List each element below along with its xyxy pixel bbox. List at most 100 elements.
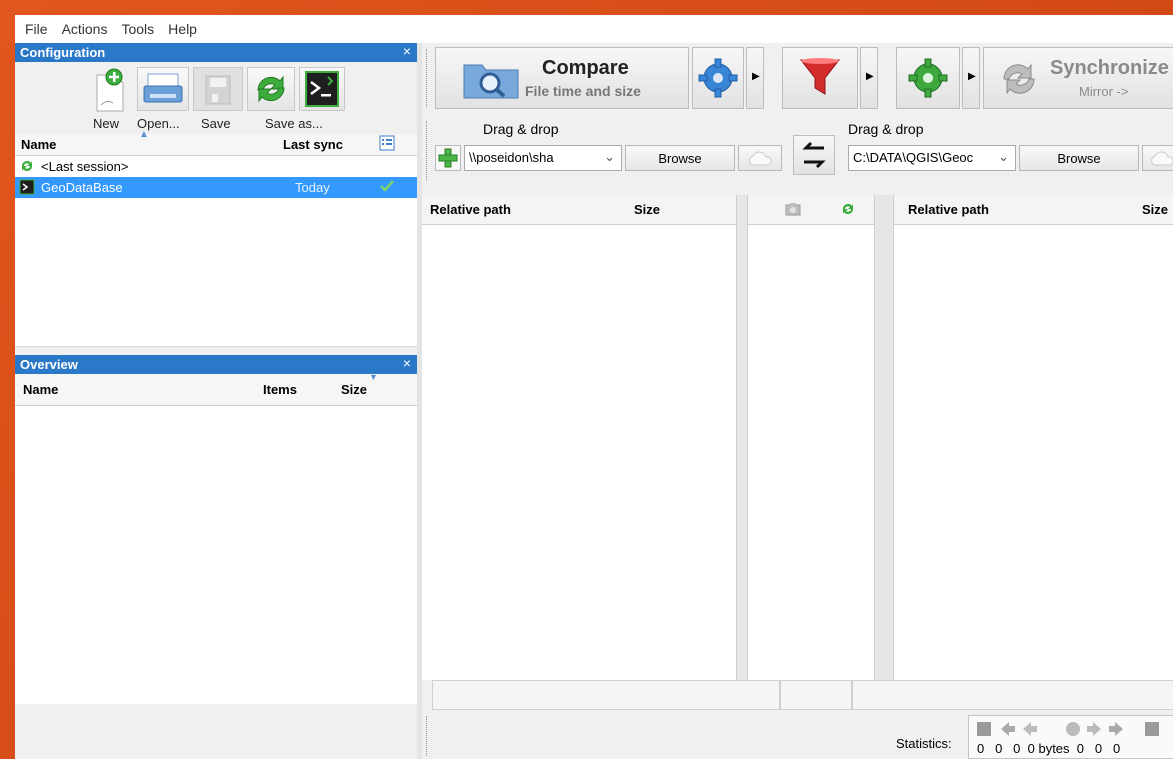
overview-panel-title: Overview × — [15, 355, 417, 374]
config-name: <Last session> — [41, 159, 129, 174]
left-folder-path-input[interactable]: \\poseidon\sha ⌄ — [464, 145, 622, 171]
list-item[interactable]: <Last session> — [15, 156, 417, 177]
column-size[interactable]: Size — [341, 382, 367, 397]
checkmark-icon — [379, 178, 395, 197]
batch-job-button[interactable] — [299, 67, 345, 111]
statistics-label: Statistics: — [896, 736, 952, 751]
filter-dropdown[interactable]: ▶ — [860, 47, 878, 109]
save-icon — [205, 75, 231, 105]
stat-left-update: 0 — [995, 741, 1003, 756]
close-overview-icon[interactable]: × — [403, 355, 411, 371]
cloud-icon — [1151, 151, 1173, 166]
left-browse-button[interactable]: Browse — [625, 145, 735, 171]
statistics-grip[interactable] — [426, 716, 430, 756]
configuration-toolbar: New Open... Save Save as... — [15, 62, 417, 134]
gear-green-icon — [908, 58, 948, 98]
left-grid-header: Relative path Size — [422, 195, 736, 225]
stat-left-create: 0 — [977, 741, 985, 756]
sync-variant-dropdown[interactable]: ▶ — [962, 47, 980, 109]
toolbar-grip[interactable] — [426, 49, 430, 107]
configuration-list-header: Name ▲ Last sync — [15, 129, 417, 156]
app-window: File Actions Tools Help Configuration × — [15, 15, 1173, 759]
sync-settings-button[interactable] — [896, 47, 960, 109]
swap-sides-button[interactable] — [793, 135, 835, 175]
sort-ascending-icon: ▲ — [139, 129, 149, 140]
add-folder-pair-button[interactable] — [435, 145, 461, 171]
column-name[interactable]: Name — [23, 382, 58, 397]
synchronize-subtitle: Mirror -> — [1079, 84, 1129, 99]
close-configuration-icon[interactable]: × — [403, 43, 411, 59]
menu-tools[interactable]: Tools — [121, 21, 154, 37]
folder-search-icon — [463, 64, 519, 99]
right-grid-header: Relative path Size — [894, 195, 1173, 225]
status-bar-middle — [780, 680, 852, 710]
right-column-size[interactable]: Size — [1142, 202, 1168, 217]
config-last-sync: Today — [295, 180, 330, 195]
cloud-icon — [749, 151, 772, 166]
stat-right-create: 0 — [1112, 741, 1121, 756]
config-name: GeoDataBase — [41, 180, 123, 195]
right-file-grid[interactable] — [894, 225, 1173, 680]
overview-list-header: Name Items Size ▼ — [15, 372, 417, 406]
save-button[interactable] — [193, 67, 243, 111]
menu-actions[interactable]: Actions — [62, 21, 108, 37]
compare-variant-dropdown[interactable]: ▶ — [746, 47, 764, 109]
save-as-button[interactable] — [247, 67, 295, 111]
statistics-values: 0 0 0 0 bytes 0 0 0 — [977, 741, 1120, 756]
menu-file[interactable]: File — [25, 21, 48, 37]
compare-title: Compare — [542, 57, 629, 79]
right-grid-scroll-divider[interactable] — [874, 195, 894, 680]
list-view-icon[interactable] — [379, 135, 395, 154]
sync-gray-icon — [1003, 63, 1035, 95]
status-bar-left — [432, 680, 780, 710]
folder-row-grip[interactable] — [426, 121, 430, 181]
sync-arrows-icon — [257, 75, 285, 103]
menu-help[interactable]: Help — [168, 21, 197, 37]
left-column-relative-path[interactable]: Relative path — [430, 202, 511, 217]
right-column-relative-path[interactable]: Relative path — [908, 202, 989, 217]
open-config-icon — [143, 73, 183, 103]
right-cloud-button[interactable] — [1142, 145, 1173, 171]
stat-right-update: 0 — [1094, 741, 1103, 756]
left-pane: Configuration × New Open... Save Save as… — [15, 43, 417, 759]
save-as-label: Save as... — [265, 116, 323, 131]
left-grid-scroll-divider[interactable] — [736, 195, 748, 680]
chevron-down-icon: ⌄ — [998, 149, 1009, 164]
right-drop-label: Drag & drop — [848, 121, 924, 137]
synchronize-button[interactable]: Synchronize Mirror -> — [983, 47, 1173, 109]
compare-subtitle: File time and size — [525, 83, 641, 99]
middle-action-grid[interactable] — [748, 225, 874, 680]
left-drop-label: Drag & drop — [483, 121, 559, 137]
left-cloud-button[interactable] — [738, 145, 782, 171]
main-area: Compare File time and size ▶ ▶ ▶ Synchro… — [422, 43, 1173, 759]
column-last-sync[interactable]: Last sync — [283, 137, 343, 152]
new-button[interactable] — [83, 67, 135, 112]
right-folder-path-input[interactable]: C:\DATA\QGIS\Geoc ⌄ — [848, 145, 1016, 171]
statistics-bar: Statistics: 0 0 0 0 bytes 0 0 0 — [422, 710, 1173, 759]
filter-icon — [799, 58, 841, 95]
filter-button[interactable] — [782, 47, 858, 109]
gear-blue-icon — [698, 58, 738, 98]
sync-arrows-icon — [19, 158, 35, 177]
left-file-grid[interactable] — [422, 225, 736, 680]
sort-descending-icon: ▼ — [369, 372, 378, 382]
column-items[interactable]: Items — [263, 382, 297, 397]
left-column-size[interactable]: Size — [634, 202, 660, 217]
terminal-icon — [305, 71, 339, 107]
column-name[interactable]: Name — [21, 137, 56, 152]
sync-arrows-icon[interactable] — [840, 201, 856, 220]
open-button[interactable] — [137, 67, 189, 111]
new-label: New — [93, 116, 120, 131]
terminal-icon — [19, 179, 35, 198]
dropdown-arrow-icon: ▶ — [866, 71, 874, 82]
save-label: Save — [201, 116, 231, 131]
stat-right-delete: 0 — [1076, 741, 1085, 756]
right-browse-button[interactable]: Browse — [1019, 145, 1139, 171]
compare-button[interactable]: Compare File time and size — [435, 47, 689, 109]
middle-grid-header — [748, 195, 874, 225]
swap-arrows-icon — [802, 141, 826, 169]
compare-settings-button[interactable] — [692, 47, 744, 109]
list-item[interactable]: GeoDataBase Today — [15, 177, 417, 198]
stat-left-delete: 0 — [1013, 741, 1021, 756]
camera-icon[interactable] — [784, 201, 802, 220]
